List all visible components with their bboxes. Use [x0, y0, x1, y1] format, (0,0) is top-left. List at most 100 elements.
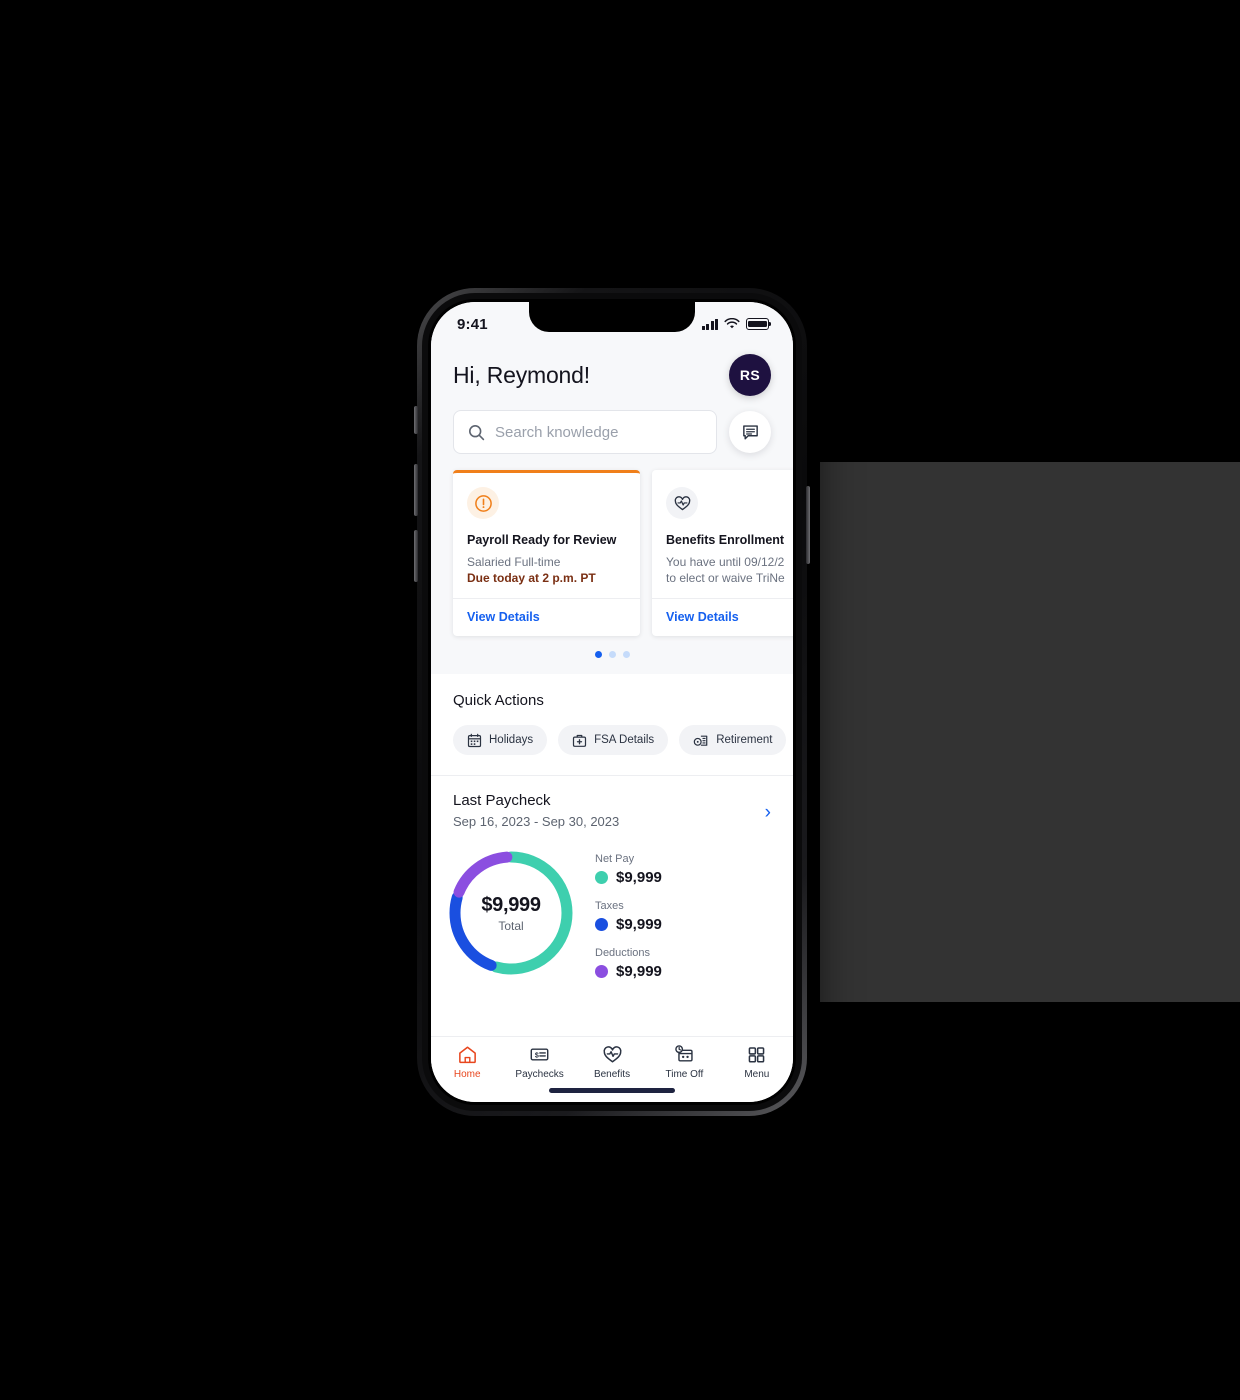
volume-down-button[interactable] [414, 530, 418, 582]
legend-color-dot [595, 918, 608, 932]
silent-switch-button[interactable] [414, 406, 418, 434]
tab-menu[interactable]: Menu [721, 1044, 793, 1080]
legend-amount: $9,999 [616, 963, 662, 981]
grid-menu-icon [749, 1047, 765, 1063]
legend-amount: $9,999 [616, 916, 662, 934]
last-paycheck-header[interactable]: Last Paycheck Sep 16, 2023 - Sep 30, 202… [431, 792, 793, 829]
phone-screen: 9:41 Hi, Reymond! RS Search knowledge Pa… [431, 302, 793, 1102]
tab-paychecks[interactable]: $ Paychecks [503, 1044, 575, 1080]
home-icon [458, 1046, 476, 1064]
legend-item-net-pay: Net Pay $9,999 [595, 853, 771, 886]
heart-pulse-icon [666, 487, 698, 519]
volume-up-button[interactable] [414, 464, 418, 516]
card-subtitle-line2: to elect or waive TriNe [666, 571, 785, 586]
legend-label: Taxes [595, 900, 624, 913]
tab-label: Menu [744, 1069, 770, 1080]
chip-label: FSA Details [594, 734, 655, 747]
app-content: Hi, Reymond! RS Search knowledge Payroll… [431, 346, 793, 1036]
medical-bag-icon [573, 734, 587, 747]
last-paycheck-section: Last Paycheck Sep 16, 2023 - Sep 30, 202… [431, 775, 793, 1036]
last-paycheck-date-range: Sep 16, 2023 - Sep 30, 2023 [453, 814, 620, 830]
quick-action-holidays[interactable]: Holidays [453, 725, 548, 756]
heart-pulse-icon [602, 1046, 622, 1063]
legend-value-row: $9,999 [595, 916, 771, 933]
home-indicator[interactable] [549, 1088, 675, 1093]
tab-label: Time Off [665, 1069, 704, 1080]
carousel-pagination[interactable] [431, 636, 793, 674]
quick-actions-heading: Quick Actions [453, 692, 544, 710]
device-inner-frame: 9:41 Hi, Reymond! RS Search knowledge Pa… [422, 293, 802, 1111]
calendar-icon [467, 733, 482, 747]
tab-label: Home [453, 1069, 481, 1080]
legend-value-row: $9,999 [595, 869, 771, 886]
card-body: Payroll Ready for Review Salaried Full-t… [453, 473, 640, 598]
page-title: Hi, Reymond! [453, 361, 590, 388]
search-row: Search knowledge [431, 396, 793, 470]
tab-time-off[interactable]: Time Off [648, 1044, 720, 1080]
cellular-signal-icon [701, 318, 718, 330]
coins-icon [693, 735, 708, 746]
wifi-icon [724, 318, 740, 329]
header-zone: Hi, Reymond! RS Search knowledge Payroll… [431, 346, 793, 675]
card-title: Benefits Enrollment [666, 533, 785, 547]
paycheck-legend: Net Pay $9,999 Taxes $9,999 Deductions $… [595, 843, 771, 994]
status-bar-time: 9:41 [457, 315, 488, 333]
tab-label: Benefits [593, 1069, 631, 1080]
status-bar-indicators [701, 318, 772, 330]
tab-benefits[interactable]: Benefits [576, 1044, 648, 1080]
card-payroll-review[interactable]: Payroll Ready for Review Salaried Full-t… [453, 470, 640, 637]
chat-bubble-icon [742, 424, 758, 439]
search-icon [468, 424, 485, 440]
card-benefits-enrollment[interactable]: Benefits Enrollment You have until 09/12… [652, 470, 793, 637]
carousel-dot-1[interactable] [594, 651, 602, 659]
paycheck-icon: $ [530, 1048, 549, 1061]
legend-color-dot [595, 871, 608, 885]
tab-home[interactable]: Home [431, 1044, 503, 1080]
legend-item-deductions: Deductions $9,999 [595, 947, 771, 980]
quick-action-fsa-details[interactable]: FSA Details [558, 725, 669, 756]
device-bezel: 9:41 Hi, Reymond! RS Search knowledge Pa… [428, 299, 796, 1105]
avatar[interactable]: RS [729, 354, 771, 396]
legend-label: Net Pay [595, 853, 635, 866]
alerts-carousel[interactable]: Payroll Ready for Review Salaried Full-t… [431, 470, 793, 637]
donut-total-label: Total [498, 918, 524, 933]
legend-item-taxes: Taxes $9,999 [595, 900, 771, 933]
donut-center-label: $9,999 Total [441, 843, 581, 983]
legend-value-row: $9,999 [595, 963, 771, 980]
alert-circle-icon [467, 487, 499, 519]
legend-amount: $9,999 [616, 869, 662, 887]
power-button[interactable] [806, 486, 810, 564]
chat-button[interactable] [729, 411, 771, 453]
view-details-link[interactable]: View Details [652, 598, 793, 636]
background-panel [820, 462, 1240, 1002]
battery-icon [746, 318, 772, 330]
paycheck-donut-chart: $9,999 Total [441, 843, 581, 983]
card-due-text: Due today at 2 p.m. PT [467, 571, 596, 586]
card-subtitle-line1: You have until 09/12/2 [666, 555, 785, 569]
view-details-link[interactable]: View Details [453, 598, 640, 636]
quick-actions-rail[interactable]: Holidays FSA Details Retirement [431, 725, 793, 756]
display-notch [529, 302, 695, 332]
legend-label: Deductions [595, 947, 651, 960]
legend-color-dot [595, 965, 608, 979]
carousel-dot-2[interactable] [608, 651, 616, 659]
search-placeholder: Search knowledge [495, 423, 619, 441]
chip-label: Retirement [716, 734, 773, 747]
search-input[interactable]: Search knowledge [453, 410, 717, 454]
svg-text:$: $ [535, 1053, 539, 1060]
card-body: Benefits Enrollment You have until 09/12… [652, 473, 793, 598]
tab-label: Paychecks [515, 1069, 564, 1080]
donut-total-amount: $9,999 [481, 893, 541, 916]
card-title: Payroll Ready for Review [467, 533, 617, 547]
quick-action-retirement[interactable]: Retirement [679, 725, 787, 756]
phone-device-frame: 9:41 Hi, Reymond! RS Search knowledge Pa… [414, 288, 810, 1116]
screenshot-stage: 9:41 Hi, Reymond! RS Search knowledge Pa… [0, 0, 1240, 1400]
time-off-icon [675, 1045, 693, 1062]
chevron-right-icon[interactable]: › [765, 803, 771, 822]
chip-label: Holidays [489, 734, 534, 747]
quick-actions-section: Quick Actions Holidays FSA Details Retir… [431, 674, 793, 776]
carousel-dot-3[interactable] [622, 651, 630, 659]
paycheck-breakdown: $9,999 Total Net Pay $9,999 Taxes $9,999… [431, 829, 793, 994]
last-paycheck-text-group: Last Paycheck Sep 16, 2023 - Sep 30, 202… [453, 792, 619, 829]
greeting-row: Hi, Reymond! RS [431, 346, 793, 396]
